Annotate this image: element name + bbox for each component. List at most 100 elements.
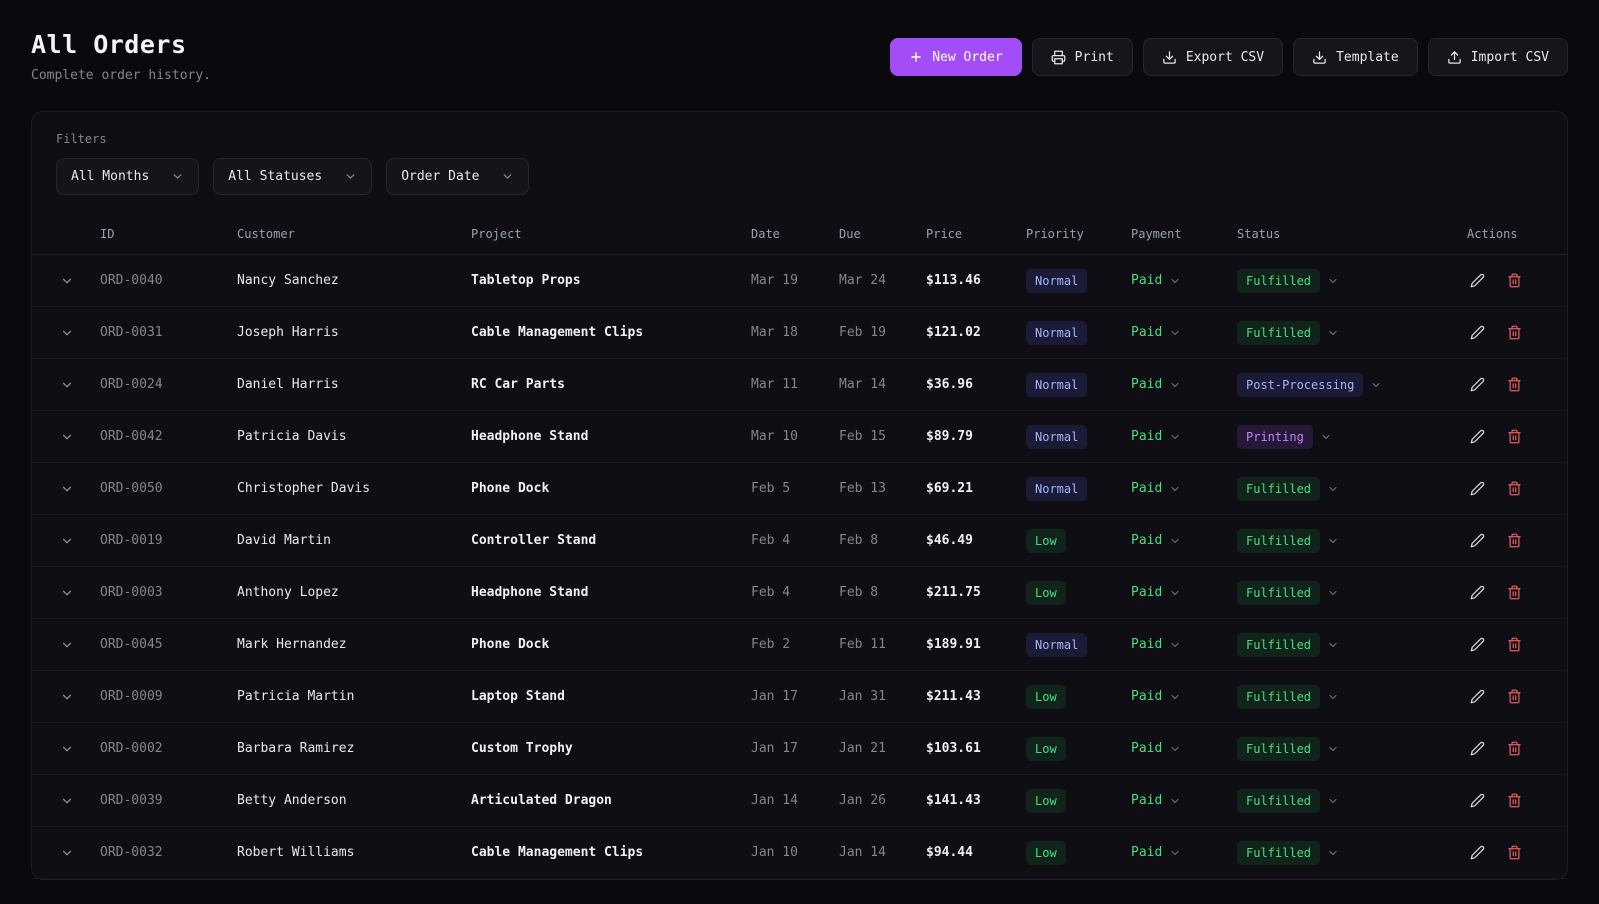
due-date: Feb 11 xyxy=(839,637,886,652)
payment-dropdown[interactable]: Paid xyxy=(1131,845,1181,860)
page-subtitle: Complete order history. xyxy=(31,68,212,83)
payment-dropdown[interactable]: Paid xyxy=(1131,273,1181,288)
trash-icon xyxy=(1507,377,1522,392)
row-expand-chevron-icon[interactable] xyxy=(56,634,78,656)
row-expand-chevron-icon[interactable] xyxy=(56,582,78,604)
status-dropdown[interactable]: Fulfilled xyxy=(1237,632,1339,657)
payment-dropdown[interactable]: Paid xyxy=(1131,793,1181,808)
delete-button[interactable] xyxy=(1504,478,1525,499)
order-date: Mar 11 xyxy=(751,377,798,392)
edit-button[interactable] xyxy=(1467,790,1488,811)
payment-dropdown[interactable]: Paid xyxy=(1131,533,1181,548)
status-dropdown[interactable]: Fulfilled xyxy=(1237,476,1339,501)
delete-button[interactable] xyxy=(1504,426,1525,447)
edit-button[interactable] xyxy=(1467,686,1488,707)
row-expand-chevron-icon[interactable] xyxy=(56,426,78,448)
edit-button[interactable] xyxy=(1467,738,1488,759)
customer-name: Nancy Sanchez xyxy=(237,273,339,288)
delete-button[interactable] xyxy=(1504,634,1525,655)
edit-button[interactable] xyxy=(1467,322,1488,343)
delete-button[interactable] xyxy=(1504,738,1525,759)
edit-button[interactable] xyxy=(1467,582,1488,603)
status-dropdown[interactable]: Fulfilled xyxy=(1237,268,1339,293)
status-dropdown[interactable]: Fulfilled xyxy=(1237,736,1339,761)
delete-button[interactable] xyxy=(1504,270,1525,291)
payment-dropdown[interactable]: Paid xyxy=(1131,585,1181,600)
row-expand-chevron-icon[interactable] xyxy=(56,738,78,760)
payment-dropdown[interactable]: Paid xyxy=(1131,429,1181,444)
edit-button[interactable] xyxy=(1467,374,1488,395)
project-name: Custom Trophy xyxy=(471,741,573,756)
row-expand-chevron-icon[interactable] xyxy=(56,790,78,812)
edit-button[interactable] xyxy=(1467,478,1488,499)
status-dropdown[interactable]: Printing xyxy=(1237,424,1332,449)
chevron-down-icon xyxy=(1169,587,1181,599)
edit-button[interactable] xyxy=(1467,634,1488,655)
delete-button[interactable] xyxy=(1504,530,1525,551)
delete-button[interactable] xyxy=(1504,582,1525,603)
payment-dropdown[interactable]: Paid xyxy=(1131,689,1181,704)
row-expand-chevron-icon[interactable] xyxy=(56,686,78,708)
row-expand-chevron-icon[interactable] xyxy=(56,842,78,864)
table-row: ORD-0042 Patricia Davis Headphone Stand … xyxy=(32,411,1567,463)
trash-icon xyxy=(1507,533,1522,548)
edit-button[interactable] xyxy=(1467,530,1488,551)
print-button[interactable]: Print xyxy=(1031,38,1133,76)
payment-dropdown[interactable]: Paid xyxy=(1131,377,1181,392)
order-id: ORD-0024 xyxy=(100,377,163,392)
due-date: Feb 8 xyxy=(839,533,879,548)
delete-button[interactable] xyxy=(1504,842,1525,863)
chevron-down-icon xyxy=(1169,431,1181,443)
row-expand-chevron-icon[interactable] xyxy=(56,530,78,552)
delete-button[interactable] xyxy=(1504,790,1525,811)
export-csv-button[interactable]: Export CSV xyxy=(1142,38,1284,76)
status-dropdown[interactable]: Fulfilled xyxy=(1237,840,1339,865)
row-expand-chevron-icon[interactable] xyxy=(56,478,78,500)
sort-filter-dropdown[interactable]: Order Date xyxy=(386,158,530,195)
status-filter-dropdown[interactable]: All Statuses xyxy=(213,158,373,195)
header-date: Date xyxy=(751,226,780,241)
header-customer: Customer xyxy=(237,226,295,241)
template-button[interactable]: Template xyxy=(1293,38,1418,76)
row-expand-chevron-icon[interactable] xyxy=(56,270,78,292)
priority-badge: Low xyxy=(1026,580,1066,605)
status-dropdown[interactable]: Fulfilled xyxy=(1237,788,1339,813)
pencil-icon xyxy=(1470,689,1485,704)
order-price: $211.43 xyxy=(926,689,981,704)
project-name: Phone Dock xyxy=(471,481,550,496)
row-expand-chevron-icon[interactable] xyxy=(56,374,78,396)
payment-dropdown[interactable]: Paid xyxy=(1131,741,1181,756)
new-order-button[interactable]: New Order xyxy=(890,38,1022,76)
row-expand-chevron-icon[interactable] xyxy=(56,322,78,344)
edit-button[interactable] xyxy=(1467,426,1488,447)
import-csv-button[interactable]: Import CSV xyxy=(1427,38,1568,76)
payment-dropdown[interactable]: Paid xyxy=(1131,637,1181,652)
customer-name: Betty Anderson xyxy=(237,793,347,808)
delete-button[interactable] xyxy=(1504,322,1525,343)
due-date: Jan 21 xyxy=(839,741,886,756)
trash-icon xyxy=(1507,273,1522,288)
delete-button[interactable] xyxy=(1504,686,1525,707)
table-row: ORD-0009 Patricia Martin Laptop Stand Ja… xyxy=(32,671,1567,723)
header-priority: Priority xyxy=(1026,226,1084,241)
chevron-down-icon xyxy=(1169,743,1181,755)
header-status: Status xyxy=(1237,226,1281,241)
delete-button[interactable] xyxy=(1504,374,1525,395)
status-dropdown[interactable]: Fulfilled xyxy=(1237,684,1339,709)
priority-badge: Low xyxy=(1026,840,1066,865)
status-dropdown[interactable]: Fulfilled xyxy=(1237,528,1339,553)
due-date: Mar 14 xyxy=(839,377,886,392)
project-name: Tabletop Props xyxy=(471,273,581,288)
edit-button[interactable] xyxy=(1467,270,1488,291)
payment-dropdown[interactable]: Paid xyxy=(1131,325,1181,340)
customer-name: Joseph Harris xyxy=(237,325,339,340)
project-name: Laptop Stand xyxy=(471,689,565,704)
status-dropdown[interactable]: Post-Processing xyxy=(1237,372,1382,397)
status-badge: Fulfilled xyxy=(1237,268,1321,293)
month-filter-dropdown[interactable]: All Months xyxy=(56,158,200,195)
order-date: Jan 10 xyxy=(751,845,798,860)
edit-button[interactable] xyxy=(1467,842,1488,863)
payment-dropdown[interactable]: Paid xyxy=(1131,481,1181,496)
status-dropdown[interactable]: Fulfilled xyxy=(1237,320,1339,345)
status-dropdown[interactable]: Fulfilled xyxy=(1237,580,1339,605)
